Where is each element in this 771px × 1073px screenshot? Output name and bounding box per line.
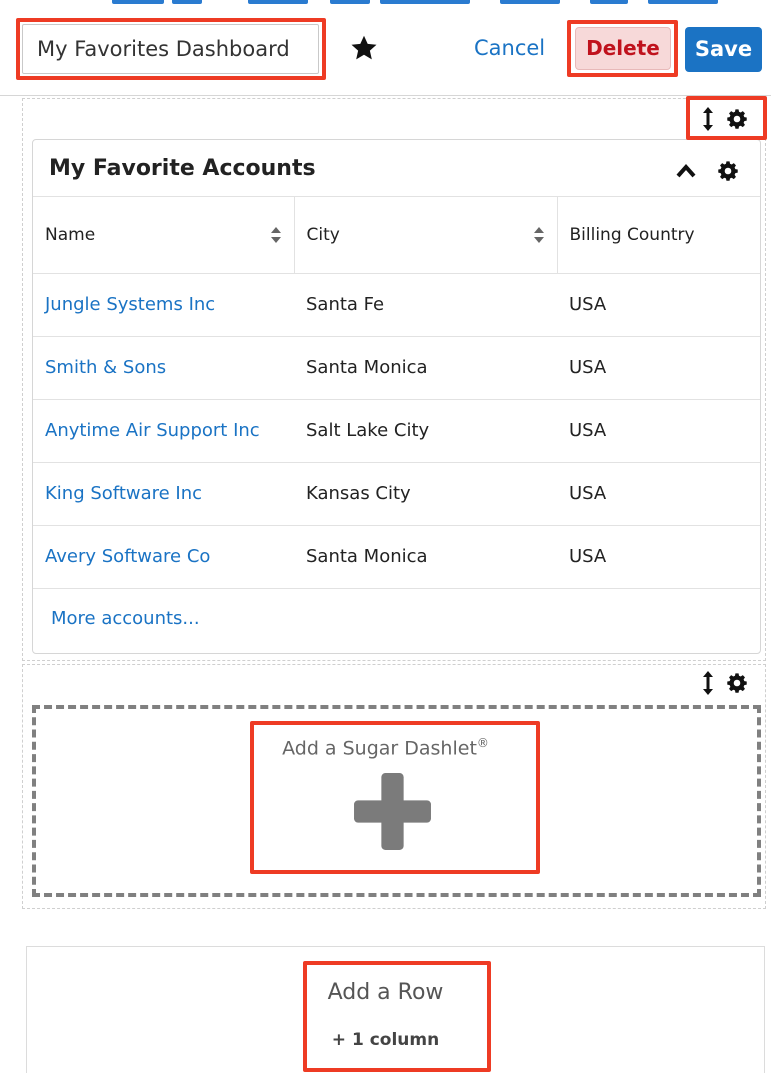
add-dashlet-text: Add a Sugar Dashlet xyxy=(282,737,477,760)
delete-button[interactable]: Delete xyxy=(575,27,671,70)
column-header-label: City xyxy=(306,224,340,245)
account-country: USA xyxy=(557,462,760,526)
account-city: Santa Monica xyxy=(294,525,557,589)
header-divider xyxy=(0,95,771,96)
account-country: USA xyxy=(557,525,760,589)
account-name-link[interactable]: Anytime Air Support Inc xyxy=(33,399,294,463)
favorite-accounts-dashlet: My Favorite Accounts Name City Billing C… xyxy=(32,139,761,654)
table-row: Jungle Systems Inc Santa Fe USA xyxy=(33,273,760,337)
resize-icon[interactable] xyxy=(702,106,714,132)
add-row-panel[interactable] xyxy=(26,946,765,1073)
account-city: Santa Fe xyxy=(294,273,557,337)
gear-icon[interactable] xyxy=(717,160,739,182)
add-dashlet-label[interactable]: Add a Sugar Dashlet® xyxy=(0,736,771,759)
cancel-button[interactable]: Cancel xyxy=(474,36,545,60)
star-icon[interactable] xyxy=(349,33,379,63)
account-city: Salt Lake City xyxy=(294,399,557,463)
add-row-one-column[interactable]: + 1 column xyxy=(0,1030,771,1050)
column-header-billing-country: Billing Country xyxy=(557,197,760,274)
dashlet-actions xyxy=(675,160,739,182)
account-country: USA xyxy=(557,399,760,463)
cropped-top-links xyxy=(0,0,771,6)
account-name-link[interactable]: Jungle Systems Inc xyxy=(33,273,294,337)
sort-icon[interactable] xyxy=(533,226,545,244)
table-row: Avery Software Co Santa Monica USA xyxy=(33,525,760,589)
column-header-label: Name xyxy=(45,224,96,245)
save-button[interactable]: Save xyxy=(685,27,762,72)
chevron-up-icon[interactable] xyxy=(675,162,697,180)
more-accounts-link[interactable]: More accounts... xyxy=(51,608,200,629)
table-row: Smith & Sons Santa Monica USA xyxy=(33,336,760,400)
registered-mark: ® xyxy=(476,736,489,750)
table-row: King Software Inc Kansas City USA xyxy=(33,462,760,526)
table-row: Anytime Air Support Inc Salt Lake City U… xyxy=(33,399,760,463)
account-country: USA xyxy=(557,336,760,400)
sort-icon[interactable] xyxy=(270,226,282,244)
row-2-controls xyxy=(702,670,748,696)
gear-icon[interactable] xyxy=(726,672,748,694)
column-header-city[interactable]: City xyxy=(294,197,558,274)
dashlet-title: My Favorite Accounts xyxy=(49,156,316,181)
table-header-row: Name City Billing Country xyxy=(33,197,760,274)
account-city: Kansas City xyxy=(294,462,557,526)
plus-icon[interactable] xyxy=(352,771,433,852)
gear-icon[interactable] xyxy=(726,108,748,130)
column-header-name[interactable]: Name xyxy=(33,197,295,274)
dashboard-name-input[interactable]: My Favorites Dashboard xyxy=(22,24,319,74)
column-header-label: Billing Country xyxy=(569,224,695,245)
account-country: USA xyxy=(557,273,760,337)
resize-icon[interactable] xyxy=(702,670,714,696)
accounts-table: Name City Billing Country Jungle Systems… xyxy=(33,197,760,589)
account-city: Santa Monica xyxy=(294,336,557,400)
account-name-link[interactable]: King Software Inc xyxy=(33,462,294,526)
account-name-link[interactable]: Avery Software Co xyxy=(33,525,294,589)
account-name-link[interactable]: Smith & Sons xyxy=(33,336,294,400)
add-row-label[interactable]: Add a Row xyxy=(0,980,771,1005)
row-1-controls xyxy=(702,106,748,132)
